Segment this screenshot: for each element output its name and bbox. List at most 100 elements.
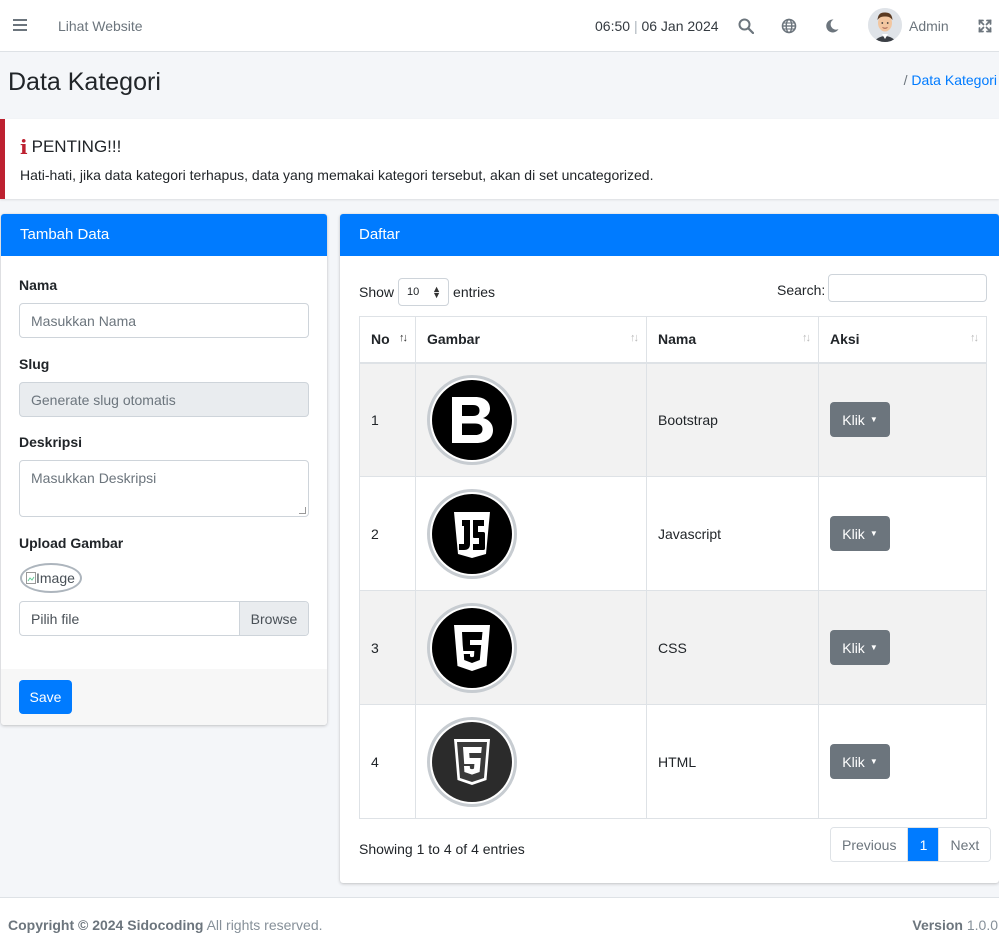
caret-down-icon: ▼ [869, 757, 878, 766]
caret-down-icon: ▼ [869, 643, 878, 652]
caret-down-icon: ▼ [869, 529, 878, 538]
action-dropdown-button[interactable]: Klik ▼ [830, 630, 890, 665]
version-number: 1.0.0 [966, 917, 998, 933]
view-website-link[interactable]: Lihat Website [58, 18, 143, 34]
list-card-title: Daftar [340, 214, 999, 256]
pagination-previous[interactable]: Previous [831, 828, 908, 861]
dark-mode-moon-icon[interactable] [822, 16, 842, 36]
sort-icon: ↑↓ [970, 332, 979, 344]
html5-logo-icon [427, 716, 517, 807]
menu-toggle-icon[interactable] [13, 16, 29, 34]
callout-title-text: PENTING!!! [31, 137, 122, 156]
entries-label: entries [453, 284, 496, 300]
callout-title: i PENTING!!! [20, 135, 121, 159]
table-row: 2 Javascript Klik ▼ [359, 476, 987, 591]
breadcrumb: / Data Kategori [904, 72, 997, 88]
description-textarea[interactable]: Masukkan Deskripsi [19, 460, 309, 517]
slug-input-placeholder: Generate slug otomatis [31, 391, 176, 408]
column-header-name[interactable]: Nama ↑↓ [646, 316, 819, 364]
table-row: 1 Bootstrap Klik ▼ [359, 362, 987, 477]
page-footer: Copyright © 2024 Sidocoding All rights r… [0, 897, 999, 949]
row-name: CSS [646, 590, 819, 705]
sort-icon: ↑↓ [802, 332, 811, 344]
add-data-card-footer: Save [1, 669, 327, 725]
action-label: Klik [842, 411, 865, 428]
row-image-cell [415, 704, 647, 819]
save-button[interactable]: Save [19, 680, 72, 714]
action-dropdown-button[interactable]: Klik ▼ [830, 744, 890, 779]
row-action-cell: Klik ▼ [818, 362, 987, 477]
user-avatar[interactable] [868, 8, 902, 42]
list-card: Daftar Show 10 ▲ ▼ entries Search: No ↑↓ G… [340, 214, 999, 883]
resize-handle-icon[interactable] [299, 507, 306, 514]
add-data-card: Tambah Data Nama Masukkan Nama Slug Gene… [1, 214, 327, 725]
pagination-next[interactable]: Next [938, 828, 991, 861]
name-input[interactable]: Masukkan Nama [19, 303, 309, 338]
broken-image-icon [26, 572, 36, 584]
callout-text: Hati-hati, jika data kategori terhapus, … [20, 167, 654, 183]
action-label: Klik [842, 525, 865, 542]
javascript-logo-icon [427, 488, 517, 579]
row-name: Javascript [646, 476, 819, 591]
entries-select[interactable]: 10 ▲ ▼ [398, 278, 450, 306]
column-header-action[interactable]: Aksi ↑↓ [818, 316, 987, 364]
row-action-cell: Klik ▼ [818, 590, 987, 705]
clock-time: 06:50 [595, 18, 631, 34]
breadcrumb-item-current[interactable]: Data Kategori [911, 72, 997, 88]
row-action-cell: Klik ▼ [818, 704, 987, 819]
page-title: Data Kategori [8, 68, 161, 96]
table-info: Showing 1 to 4 of 4 entries [359, 841, 525, 857]
globe-icon[interactable] [779, 16, 799, 36]
entries-select-value: 10 [407, 286, 420, 298]
select-caret-icon: ▲ ▼ [432, 284, 442, 300]
clock: 06:50 | 06 Jan 2024 [595, 18, 719, 34]
name-input-placeholder: Masukkan Nama [31, 312, 137, 329]
table-row: 3 CSS Klik ▼ [359, 590, 987, 705]
description-label: Deskripsi [19, 434, 83, 450]
image-preview: Image [20, 563, 82, 593]
row-action-cell: Klik ▼ [818, 476, 987, 591]
row-number: 1 [359, 362, 416, 477]
pagination: Previous 1 Next [830, 827, 992, 862]
version-info: Version 1.0.0 [912, 917, 998, 933]
clock-date: 06 Jan 2024 [641, 18, 719, 34]
image-alt-text: Image [36, 570, 75, 586]
file-input[interactable]: Pilih file Browse [19, 601, 309, 636]
row-number: 3 [359, 590, 416, 705]
action-label: Klik [842, 753, 865, 770]
browse-button[interactable]: Browse [239, 602, 308, 635]
search-icon[interactable] [736, 16, 756, 36]
category-table: No ↑↓ Gambar ↑↓ Nama ↑↓ Aksi ↑↓ 1 Bootstrap [359, 316, 987, 819]
row-name: Bootstrap [646, 362, 819, 477]
fullscreen-icon[interactable] [975, 16, 995, 36]
row-image-cell [415, 362, 647, 477]
sort-icon: ↑↓ [630, 332, 639, 344]
table-header-row: No ↑↓ Gambar ↑↓ Nama ↑↓ Aksi ↑↓ [359, 316, 987, 364]
action-dropdown-button[interactable]: Klik ▼ [830, 516, 890, 551]
row-number: 4 [359, 704, 416, 819]
action-label: Klik [842, 639, 865, 656]
bootstrap-logo-icon [427, 374, 517, 465]
column-header-no[interactable]: No ↑↓ [359, 316, 416, 364]
user-name[interactable]: Admin [909, 18, 949, 34]
rights-text: All rights reserved. [206, 917, 323, 933]
show-label: Show [359, 284, 395, 300]
column-header-label: Nama [658, 331, 697, 348]
row-image-cell [415, 476, 647, 591]
table-row: 4 HTML Klik ▼ [359, 704, 987, 819]
add-data-card-title: Tambah Data [1, 214, 327, 256]
column-header-image[interactable]: Gambar ↑↓ [415, 316, 647, 364]
row-number: 2 [359, 476, 416, 591]
file-input-label[interactable]: Pilih file [20, 602, 239, 635]
search-input[interactable] [828, 274, 987, 302]
column-header-label: Aksi [830, 331, 860, 348]
slug-input: Generate slug otomatis [19, 382, 309, 417]
description-placeholder: Masukkan Deskripsi [31, 470, 157, 486]
info-icon: i [20, 135, 28, 159]
column-header-label: No [371, 331, 390, 348]
action-dropdown-button[interactable]: Klik ▼ [830, 402, 890, 438]
pagination-page[interactable]: 1 [907, 828, 939, 861]
row-name: HTML [646, 704, 819, 819]
slug-label: Slug [19, 356, 50, 372]
entries-length-control: Show 10 ▲ ▼ entries [359, 278, 495, 306]
